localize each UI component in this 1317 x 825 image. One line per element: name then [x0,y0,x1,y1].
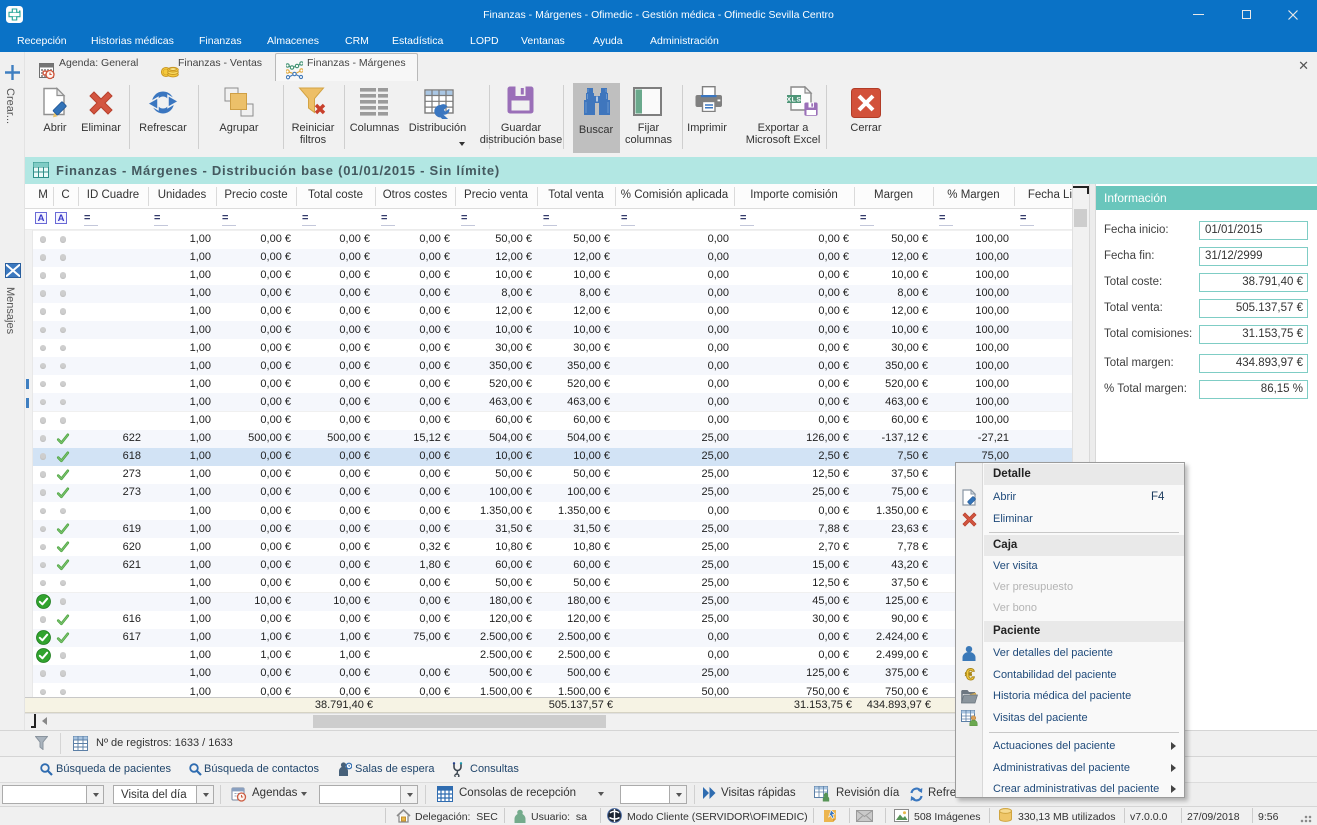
svg-text:€: € [965,665,975,683]
